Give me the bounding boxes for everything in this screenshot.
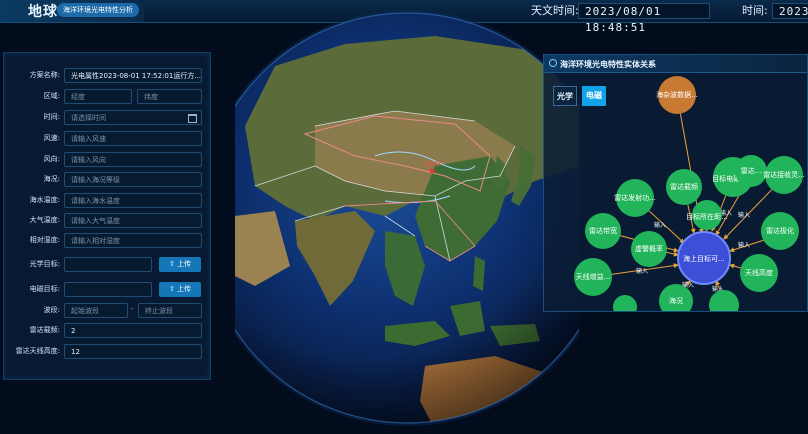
parameter-panel: 方案名称: 光电属性2023-08-01 17:52:01运行方... 区域: … xyxy=(3,52,211,380)
wind-direction-input[interactable]: 请输入风向 xyxy=(64,152,202,167)
humidity-label: 相对湿度: xyxy=(29,236,60,244)
band-row: 波段: 起始波段 - 终止波段 xyxy=(4,303,210,319)
band-separator: - xyxy=(131,305,134,313)
wind-direction-row: 风向: 请输入风向 xyxy=(4,152,210,168)
em-target-row: 电磁目标: ⇧ 上传 xyxy=(4,282,210,298)
optical-target-label: 光学目标: xyxy=(29,260,60,268)
longitude-input[interactable]: 经度 xyxy=(64,89,132,104)
app-title: 地球 xyxy=(28,4,58,20)
time-label: 时间: xyxy=(742,4,768,17)
region-row: 区域: 经度 纬度 xyxy=(4,89,210,105)
edge-label: 输入 xyxy=(738,211,750,219)
band-end-input[interactable]: 终止波段 xyxy=(138,303,202,318)
air-temp-row: 大气温度: 请输入大气温度 xyxy=(4,213,210,229)
band-start-input[interactable]: 起始波段 xyxy=(64,303,128,318)
location-marker[interactable] xyxy=(429,168,435,174)
svg-text:雷达接收灵...: 雷达接收灵... xyxy=(763,170,805,179)
sea-temp-input[interactable]: 请输入海水温度 xyxy=(64,193,202,208)
sea-state-label: 海况: xyxy=(43,175,60,183)
antenna-height-input[interactable]: 12 xyxy=(64,344,202,359)
optical-target-row: 光学目标: ⇧ 上传 xyxy=(4,257,210,273)
band-label: 波段: xyxy=(43,306,60,314)
time-field-label: 时间: xyxy=(43,113,60,121)
svg-text:天线增益...: 天线增益... xyxy=(576,272,611,281)
wind-speed-input[interactable]: 请输入风速 xyxy=(64,131,202,146)
time-value: 2023/ xyxy=(772,3,808,19)
brand-area: 地球 海洋环境光电特性分析 xyxy=(0,0,144,22)
humidity-row: 相对湿度: 请输入相对湿度 xyxy=(4,233,210,249)
wind-direction-label: 风向: xyxy=(43,155,60,163)
svg-text:雷达载频: 雷达载频 xyxy=(670,182,698,191)
upload-icon: ⇧ xyxy=(168,285,178,293)
astro-time-value: 2023/08/01 18:48:51 xyxy=(578,3,710,34)
entity-relation-panel: 海洋环境光电特性实体关系 光学 电磁 输入 输入 输入 输入 输入 输入 输入 … xyxy=(543,54,808,312)
air-temp-input[interactable]: 请输入大气温度 xyxy=(64,213,202,228)
air-temp-label: 大气温度: xyxy=(29,216,60,224)
radar-band-label: 雷达载频: xyxy=(29,326,60,334)
svg-text:海上目标可...: 海上目标可... xyxy=(683,254,725,263)
app-subtitle-badge: 海洋环境光电特性分析 xyxy=(57,3,139,17)
marker-label: 北京市 xyxy=(423,160,441,168)
em-upload-button[interactable]: ⇧ 上传 xyxy=(159,282,201,297)
time-row: 时间: 请选择时间 xyxy=(4,110,210,126)
optical-upload-button[interactable]: ⇧ 上传 xyxy=(159,257,201,272)
svg-text:雷达...: 雷达... xyxy=(741,166,762,175)
region-label: 区域: xyxy=(43,92,60,100)
edge-label: 输入 xyxy=(654,221,666,229)
sea-state-row: 海况: 请输入海况等级 xyxy=(4,172,210,188)
svg-text:天线高度: 天线高度 xyxy=(745,268,773,277)
node-unlabeled[interactable] xyxy=(613,295,637,312)
sea-state-input[interactable]: 请输入海况等级 xyxy=(64,172,202,187)
time-picker-input[interactable]: 请选择时间 xyxy=(64,110,202,125)
plan-label: 方案名称: xyxy=(29,71,60,79)
svg-text:雷达带宽: 雷达带宽 xyxy=(589,226,617,235)
radar-band-row: 雷达载频: 2 xyxy=(4,323,210,339)
antenna-height-label: 雷达天线高度: xyxy=(15,347,60,355)
em-target-input[interactable] xyxy=(64,282,152,297)
svg-text:海况: 海况 xyxy=(669,296,683,305)
svg-text:雷达发射功...: 雷达发射功... xyxy=(614,193,656,202)
antenna-height-row: 雷达天线高度: 12 xyxy=(4,344,210,360)
wind-speed-row: 风速: 请输入风速 xyxy=(4,131,210,147)
em-target-label: 电磁目标: xyxy=(29,285,60,293)
sea-temp-row: 海水温度: 请输入海水温度 xyxy=(4,193,210,209)
humidity-input[interactable]: 请输入相对湿度 xyxy=(64,233,202,248)
optical-target-input[interactable] xyxy=(64,257,152,272)
edge-label: 输入 xyxy=(636,267,648,275)
plan-row: 方案名称: 光电属性2023-08-01 17:52:01运行方... xyxy=(4,68,210,84)
edge-label: 输入 xyxy=(738,241,750,249)
relation-graph[interactable]: 输入 输入 输入 输入 输入 输入 输入 海杂波数据... 雷达载频 雷达发射功… xyxy=(544,55,808,312)
earth-globe[interactable]: 北京市 xyxy=(199,6,615,434)
calendar-icon xyxy=(188,114,197,123)
plan-name-input[interactable]: 光电属性2023-08-01 17:52:01运行方... xyxy=(64,68,202,83)
svg-text:海杂波数据...: 海杂波数据... xyxy=(656,90,698,99)
svg-text:虚警概率: 虚警概率 xyxy=(635,244,663,253)
sea-temp-label: 海水温度: xyxy=(29,196,60,204)
wind-speed-label: 风速: xyxy=(43,134,60,142)
svg-text:雷达极化: 雷达极化 xyxy=(766,226,794,235)
svg-text:目标所在距...: 目标所在距... xyxy=(686,212,728,221)
upload-icon: ⇧ xyxy=(168,260,178,268)
node-unlabeled[interactable] xyxy=(709,290,739,312)
latitude-input[interactable]: 纬度 xyxy=(137,89,202,104)
radar-band-input[interactable]: 2 xyxy=(64,323,202,338)
